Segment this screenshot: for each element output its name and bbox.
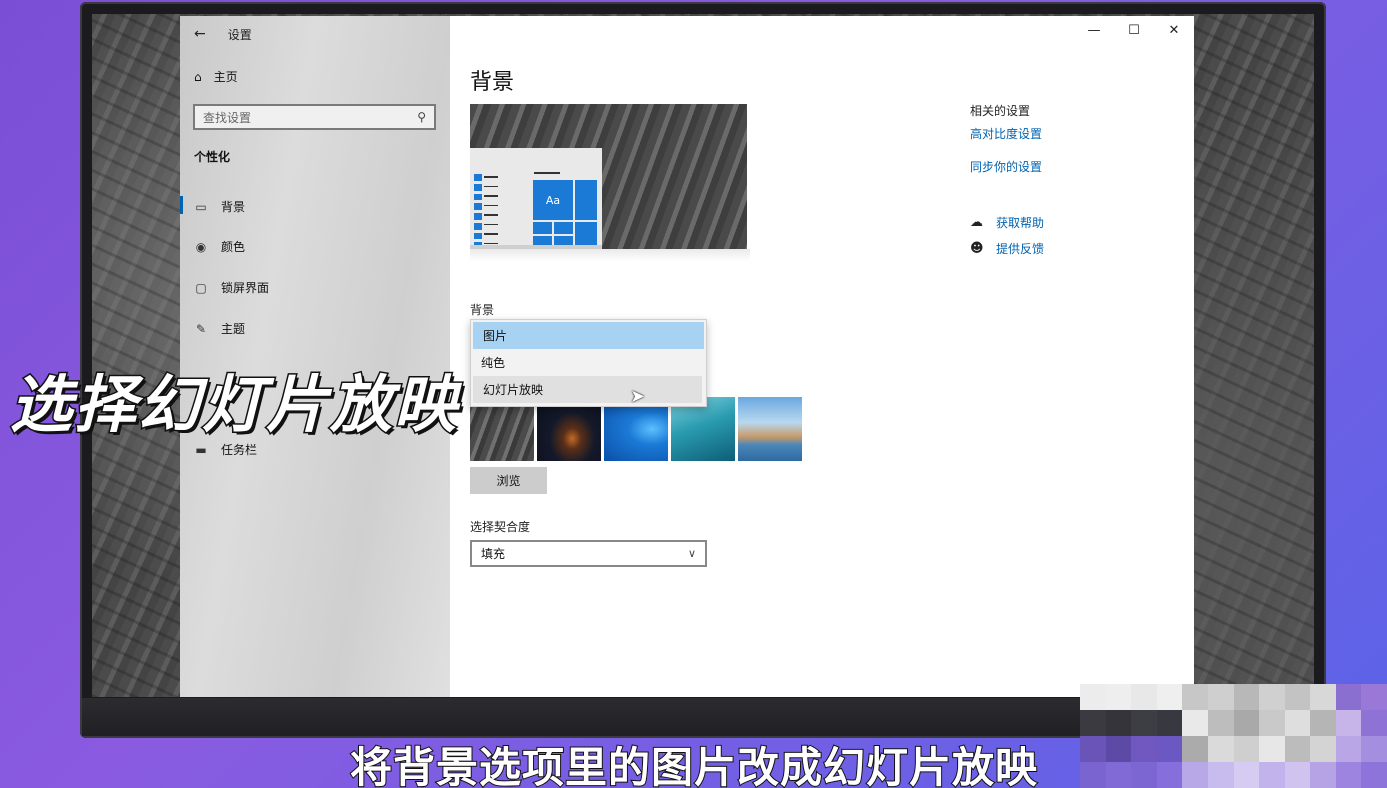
minimize-button[interactable]: — [1074,16,1114,44]
preview-tile-aa: Aa [533,180,573,220]
preview-tile [554,222,573,234]
palette-icon: ◉ [195,239,207,254]
nav-home-label: 主页 [213,70,238,84]
recent-image-thumbnail[interactable] [738,397,802,461]
sidebar-item-label: 主题 [221,322,246,336]
sidebar-item-colors[interactable]: ◉ 颜色 [194,238,245,255]
search-placeholder: 查找设置 [203,110,252,125]
section-title: 个性化 [194,150,231,164]
home-icon: ⌂ [194,69,202,84]
subtitle-caption: 将背景选项里的图片改成幻灯片放映 [349,742,1039,788]
link-high-contrast[interactable]: 高对比度设置 [970,125,1042,142]
feedback-link[interactable]: ☻ 提供反馈 [970,240,1044,257]
titlebar: ← 设置 [194,22,252,46]
get-help-label: 获取帮助 [996,216,1045,230]
overlay-title: 选择幻灯片放映 [8,367,459,443]
fit-label: 选择契合度 [470,520,531,534]
fit-value: 填充 [481,547,506,561]
sidebar-item-lockscreen[interactable]: ▢ 锁屏界面 [194,279,269,296]
window-controls: — ☐ ✕ [1074,16,1194,44]
active-indicator [180,196,183,214]
page-title: 背景 [470,70,515,95]
sidebar-item-label: 背景 [221,200,246,214]
preview-start-menu: Aa [470,148,602,249]
preview-tile [575,180,597,220]
preview-shadow [470,249,750,261]
back-arrow-icon[interactable]: ← [194,26,206,42]
background-type-dropdown[interactable]: 图片 纯色 幻灯片放映 [470,319,707,407]
option-picture[interactable]: 图片 [473,322,704,349]
lockscreen-icon: ▢ [195,280,207,295]
chevron-down-icon: ∨ [687,547,696,560]
feedback-label: 提供反馈 [996,242,1045,256]
nav-home[interactable]: ⌂ 主页 [194,68,238,85]
settings-content: — ☐ ✕ 背景 Aa 背景 图片 纯色 幻灯片放映 ➤ 浏览 选择契合度 填充… [450,16,1194,697]
preview-menu-icons [474,174,482,249]
related-settings-title: 相关的设置 [970,104,1031,118]
link-sync-settings[interactable]: 同步你的设置 [970,158,1042,175]
fit-select[interactable]: 填充 ∨ [470,540,707,567]
option-slideshow[interactable]: 幻灯片放映 [473,376,702,403]
theme-brush-icon: ✎ [195,321,207,336]
feedback-icon: ☻ [970,241,984,256]
taskbar-icon: ▬ [195,442,207,457]
sidebar-item-themes[interactable]: ✎ 主题 [194,320,245,337]
preview-tile [533,222,552,234]
option-solid-color[interactable]: 纯色 [471,349,706,376]
window-title: 设置 [227,27,252,42]
maximize-button[interactable]: ☐ [1114,16,1154,44]
background-type-label: 背景 [470,303,495,317]
picture-icon: ▭ [195,199,207,214]
mouse-cursor-icon: ➤ [630,386,646,407]
pixelated-watermark [1080,684,1387,788]
sidebar-item-label: 锁屏界面 [221,281,270,295]
search-settings-input[interactable]: 查找设置 ⚲ [193,104,436,130]
close-button[interactable]: ✕ [1154,16,1194,44]
preview-tiles: Aa [533,180,597,249]
sidebar-item-background[interactable]: ▭ 背景 [194,198,245,215]
get-help-link[interactable]: ☁ 获取帮助 [970,214,1044,231]
preview-menu-topline [534,172,560,174]
sidebar-item-label: 颜色 [221,240,246,254]
help-chat-icon: ☁ [970,215,983,230]
background-preview: Aa [470,104,747,249]
search-icon[interactable]: ⚲ [417,110,426,124]
preview-menu-lines [484,176,498,244]
browse-button[interactable]: 浏览 [470,467,547,494]
